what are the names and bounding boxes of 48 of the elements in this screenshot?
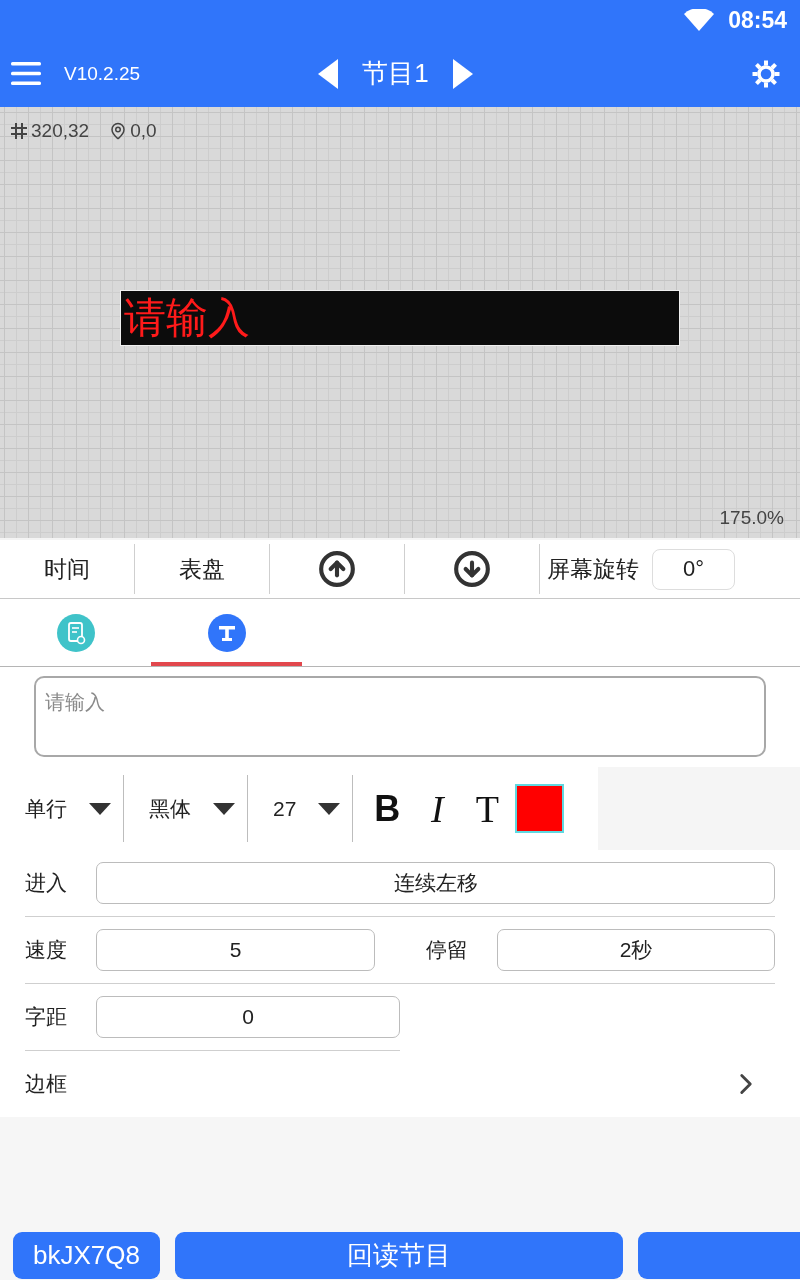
color-swatch-button[interactable] bbox=[515, 784, 565, 833]
screen-resolution: 320,32 bbox=[31, 120, 90, 142]
previous-program-button[interactable] bbox=[318, 58, 339, 89]
triangle-right-icon bbox=[452, 58, 473, 89]
menu-button[interactable] bbox=[11, 62, 41, 85]
app-version: V10.2.25 bbox=[64, 62, 141, 85]
action-button[interactable]: 回读节目 bbox=[175, 1232, 623, 1279]
rotation-field[interactable]: 0° bbox=[652, 548, 735, 590]
action-button[interactable]: bkJX7Q8 bbox=[13, 1232, 160, 1279]
menu-icon bbox=[11, 62, 41, 85]
toolbar-button[interactable]: 时间 bbox=[0, 544, 135, 594]
dropdown-select[interactable]: 单行 bbox=[0, 775, 124, 842]
location-pin-icon bbox=[109, 122, 128, 140]
led-text: 请输入 bbox=[124, 297, 250, 339]
bold-style-button[interactable]: B bbox=[373, 790, 402, 827]
triangle-left-icon bbox=[318, 58, 339, 89]
wifi-icon bbox=[684, 9, 715, 31]
plain-style-button[interactable]: T bbox=[473, 789, 502, 828]
text-input-field[interactable]: 请输入 bbox=[34, 676, 766, 757]
caret-down-icon bbox=[213, 802, 235, 815]
dropdown-select[interactable]: 27 bbox=[248, 775, 354, 842]
program-title: 节目1 bbox=[362, 57, 429, 90]
arrow-up-circle-icon bbox=[318, 550, 356, 588]
status-time: 08:54 bbox=[728, 6, 787, 34]
caret-down-icon bbox=[318, 802, 341, 815]
field-label: 停留 bbox=[426, 937, 469, 963]
text-format-icon bbox=[207, 613, 246, 652]
dropdown-select[interactable]: 黑体 bbox=[124, 775, 248, 842]
toolbar-button[interactable]: 表盘 bbox=[135, 544, 270, 594]
document-settings-icon bbox=[56, 613, 95, 652]
arrow-down-circle-icon bbox=[453, 550, 491, 588]
setting-field[interactable]: 连续左移 bbox=[96, 862, 775, 904]
setting-field[interactable]: 5 bbox=[96, 929, 375, 971]
caret-down-icon bbox=[89, 802, 111, 815]
setting-field[interactable]: 0 bbox=[96, 996, 400, 1038]
border-settings-row[interactable]: 边框 bbox=[25, 1051, 775, 1117]
field-label: 字距 bbox=[25, 1004, 68, 1030]
settings-icon bbox=[752, 59, 780, 88]
settings-button[interactable] bbox=[752, 59, 780, 88]
next-program-button[interactable] bbox=[452, 58, 473, 89]
field-label: 进入 bbox=[25, 870, 68, 896]
italic-style-button[interactable]: I bbox=[423, 789, 452, 828]
field-label: 速度 bbox=[25, 937, 68, 963]
position-coordinates: 0,0 bbox=[130, 120, 157, 142]
hash-icon bbox=[10, 122, 28, 140]
rotation-label: 屏幕旋转 bbox=[547, 554, 639, 584]
zoom-level: 175.0% bbox=[719, 507, 784, 529]
setting-field[interactable]: 2秒 bbox=[497, 929, 775, 971]
